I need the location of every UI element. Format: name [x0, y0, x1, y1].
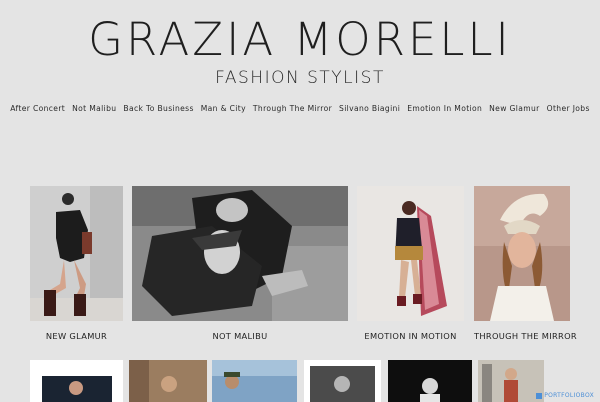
nav-item-back-to-business[interactable]: Back To Business [123, 104, 193, 113]
gallery-tile-not-malibu[interactable] [132, 186, 348, 321]
gallery-tile-row2-2[interactable] [129, 360, 207, 402]
woman-sculptural-hat-photo [474, 186, 570, 321]
portfoliobox-label: PORTFOLIOBOX [544, 392, 594, 399]
gallery-tile-through-the-mirror[interactable] [474, 186, 570, 321]
caption-new-glamur[interactable]: NEW GLAMUR [30, 331, 123, 341]
main-nav: After Concert Not Malibu Back To Busines… [0, 104, 600, 113]
gallery-tile-row2-5[interactable] [388, 360, 472, 402]
nav-item-other-jobs[interactable]: Other Jobs [547, 104, 590, 113]
caption-through-the-mirror[interactable]: THROUGH THE MIRROR [474, 331, 577, 341]
site-subtitle: FASHION STYLIST [215, 68, 385, 88]
caption-not-malibu[interactable]: NOT MALIBU [132, 331, 348, 341]
nav-item-after-concert[interactable]: After Concert [10, 104, 65, 113]
portfoliobox-badge[interactable]: PORTFOLIOBOX [536, 392, 594, 399]
woman-black-jacket-boots-photo [30, 186, 123, 321]
gallery-tile-emotion-in-motion[interactable] [357, 186, 464, 321]
nav-item-silvano-biagini[interactable]: Silvano Biagini [339, 104, 400, 113]
gallery-tile-row2-1[interactable] [30, 360, 123, 402]
model-red-fabric-photo [357, 186, 464, 321]
man-dark-photo [388, 360, 472, 402]
couple-lying-bw-photo [132, 186, 348, 321]
man-bw-photo [304, 360, 381, 402]
nav-item-new-glamur[interactable]: New Glamur [489, 104, 539, 113]
site-title: GRAZIA MORELLI [88, 13, 512, 66]
portrait-photo [30, 360, 123, 402]
gallery-tile-new-glamur[interactable] [30, 186, 123, 321]
man-cap-sky-photo [212, 360, 297, 402]
nav-item-man-city[interactable]: Man & City [201, 104, 246, 113]
nav-item-through-the-mirror[interactable]: Through The Mirror [253, 104, 332, 113]
portfoliobox-logo-icon [536, 392, 543, 399]
sepia-portrait-photo [129, 360, 207, 402]
woman-city-photo [478, 360, 544, 402]
gallery-tile-row2-6[interactable] [478, 360, 544, 402]
nav-item-emotion-in-motion[interactable]: Emotion In Motion [407, 104, 482, 113]
caption-emotion-in-motion[interactable]: EMOTION IN MOTION [357, 331, 464, 341]
gallery-tile-row2-3[interactable] [212, 360, 297, 402]
nav-item-not-malibu[interactable]: Not Malibu [72, 104, 116, 113]
gallery-tile-row2-4[interactable] [304, 360, 381, 402]
